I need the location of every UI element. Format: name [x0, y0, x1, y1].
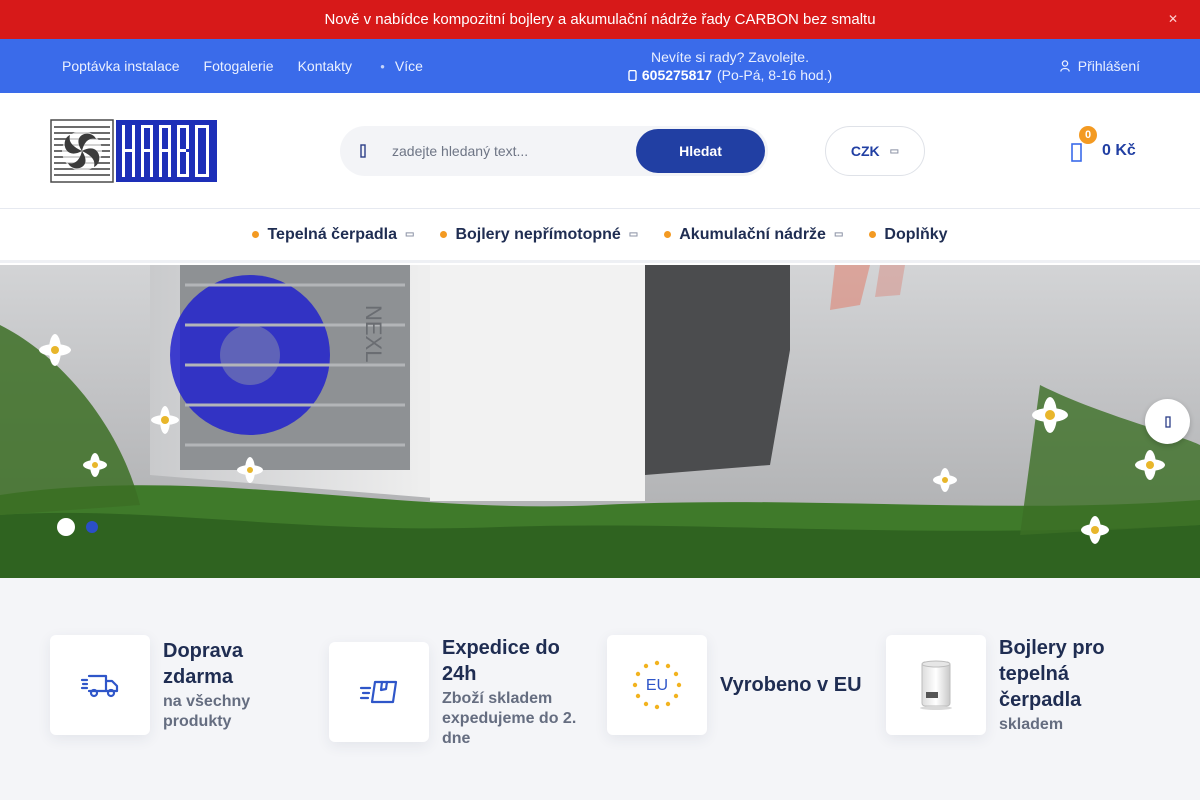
- category-label: Tepelná čerpadla: [267, 225, 397, 243]
- phone-hours: (Po-Pá, 8-16 hod.): [716, 67, 833, 83]
- bullet-icon: [252, 231, 260, 238]
- login-link[interactable]: Přihlášení: [1059, 39, 1140, 93]
- top-links: Poptávka instalace Fotogalerie Kontakty …: [62, 39, 423, 93]
- cart-total: 0 Kč: [1102, 142, 1136, 159]
- fast-box-icon: [359, 680, 398, 704]
- feature-title: Doprava zdarma: [163, 640, 244, 688]
- feature-tile: EU: [607, 635, 707, 735]
- login-label: Přihlášení: [1077, 58, 1140, 74]
- user-icon: [1059, 60, 1070, 72]
- search-icon: [340, 126, 386, 176]
- bullet-icon: [869, 231, 877, 238]
- announcement-bar: Nově v nabídce kompozitní bojlery a akum…: [0, 0, 1200, 39]
- header: Hledat CZK ▭ 0 0 Kč: [0, 93, 1200, 209]
- slider-next-button[interactable]: [1145, 399, 1190, 444]
- svg-text:EU: EU: [646, 677, 668, 694]
- category-indirect-boilers[interactable]: Bojlery nepřímotopné ▭: [440, 226, 638, 244]
- phone-icon: [628, 69, 637, 81]
- feature-made-in-eu: EU Vyrobeno v EU: [607, 635, 870, 735]
- currency-select[interactable]: CZK ▭: [825, 126, 925, 176]
- hero-image: NEXL: [0, 265, 1200, 578]
- feature-tile: [329, 642, 429, 742]
- feature-subtitle: skladem: [999, 716, 1064, 733]
- bullet-icon: [440, 231, 448, 238]
- link-installation-request[interactable]: Poptávka instalace: [62, 58, 180, 74]
- svg-text:NEXL: NEXL: [361, 305, 386, 362]
- announcement-text: Nově v nabídce kompozitní bojlery a akum…: [324, 11, 876, 28]
- link-gallery[interactable]: Fotogalerie: [204, 58, 274, 74]
- help-contact: Nevíte si rady? Zavolejte. 605275817 (Po…: [600, 48, 860, 84]
- slider-dot-2[interactable]: [86, 521, 98, 533]
- cart-icon: 0: [1068, 126, 1097, 164]
- feature-subtitle: na všechny produkty: [163, 693, 251, 730]
- category-heat-pumps[interactable]: Tepelná čerpadla ▭: [252, 226, 414, 244]
- feature-free-shipping: Doprava zdarma na všechny produkty: [50, 635, 313, 735]
- eu-stars-icon: EU: [632, 660, 682, 710]
- category-accumulation-tanks[interactable]: Akumulační nádrže ▭: [664, 226, 843, 244]
- category-label: Bojlery nepřímotopné: [455, 225, 621, 243]
- chevron-down-icon: ▭: [889, 145, 900, 157]
- category-accessories[interactable]: Doplňky: [869, 225, 948, 244]
- phone-number[interactable]: 605275817: [642, 66, 712, 84]
- cart[interactable]: 0 0 Kč: [1068, 126, 1136, 171]
- chevron-down-icon: ▭: [404, 229, 415, 240]
- currency-value: CZK: [850, 143, 880, 159]
- boiler-icon: [920, 660, 952, 710]
- top-bar: Poptávka instalace Fotogalerie Kontakty …: [0, 39, 1200, 93]
- more-dots-icon: ●: [380, 61, 385, 71]
- cart-count-badge: 0: [1079, 126, 1097, 144]
- category-label: Doplňky: [884, 225, 948, 243]
- bullet-icon: [664, 231, 672, 238]
- hero-slider[interactable]: NEXL: [0, 265, 1200, 578]
- search-bar: Hledat: [340, 126, 768, 176]
- feature-subtitle: Zboží skladem expedujeme do 2. dne: [442, 690, 577, 747]
- slider-dot-1[interactable]: [57, 518, 75, 536]
- help-line: Nevíte si rady? Zavolejte.: [651, 49, 809, 65]
- haabo-logo[interactable]: [50, 119, 218, 183]
- truck-icon: [80, 674, 119, 698]
- close-icon[interactable]: ✕: [1168, 12, 1178, 26]
- feature-dispatch-24h: Expedice do 24h Zboží skladem expedujeme…: [329, 635, 592, 749]
- feature-boilers-in-stock: Bojlery pro tepelná čerpadla skladem: [886, 635, 1149, 735]
- feature-title: Bojlery pro tepelná čerpadla: [999, 637, 1105, 711]
- feature-tile: [50, 635, 150, 735]
- more-menu[interactable]: ● Více: [380, 58, 423, 74]
- features-strip: Doprava zdarma na všechny produkty Exped…: [0, 578, 1200, 800]
- category-nav: Tepelná čerpadla ▭ Bojlery nepřímotopné …: [0, 209, 1200, 263]
- chevron-down-icon: ▭: [628, 229, 639, 240]
- category-label: Akumulační nádrže: [679, 225, 826, 243]
- chevron-right-icon: [1164, 415, 1171, 428]
- feature-title: Expedice do 24h: [442, 637, 560, 685]
- search-button[interactable]: Hledat: [636, 129, 765, 173]
- chevron-down-icon: ▭: [833, 229, 844, 240]
- feature-title: Vyrobeno v EU: [720, 674, 862, 696]
- link-contacts[interactable]: Kontakty: [298, 58, 352, 74]
- more-label: Více: [394, 58, 423, 74]
- feature-tile: [886, 635, 986, 735]
- search-input[interactable]: [392, 143, 632, 159]
- slider-dots: [57, 518, 98, 536]
